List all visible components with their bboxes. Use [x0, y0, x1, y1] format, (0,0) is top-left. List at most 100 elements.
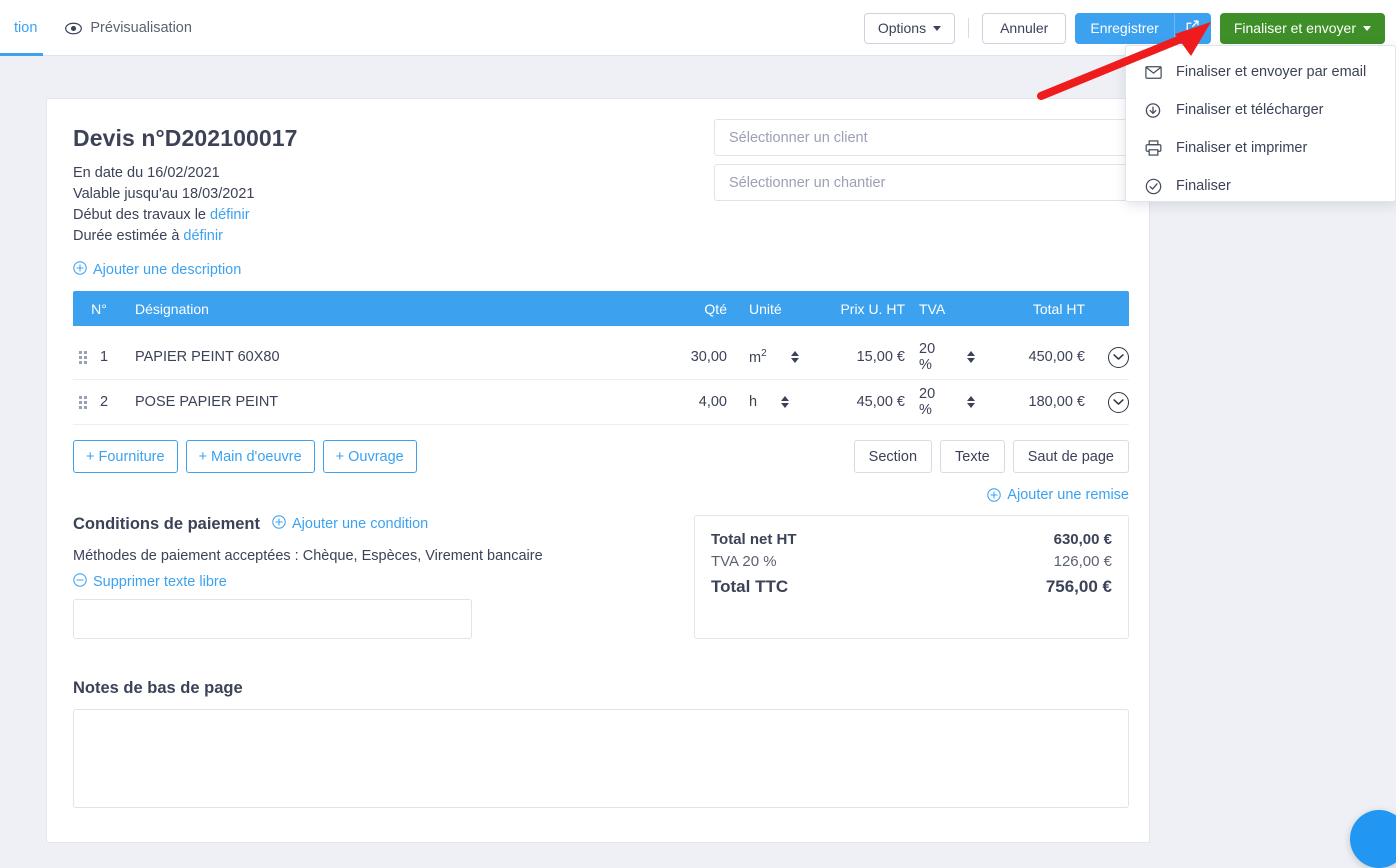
row-qty[interactable]: 4,00 — [643, 394, 727, 410]
plus-sign: + — [198, 448, 208, 465]
menu-item-label: Finaliser et télécharger — [1176, 102, 1324, 118]
duration-row: Durée estimée à définir — [73, 226, 1123, 247]
table-row[interactable]: 1 PAPIER PEINT 60X80 30,00 m2 15,00 € 20… — [73, 335, 1129, 380]
expand-row-chevron-down-icon[interactable] — [1108, 391, 1129, 413]
free-text-input[interactable] — [73, 599, 472, 639]
add-description-button[interactable]: Ajouter une description — [73, 261, 241, 279]
menu-item-finalize-download[interactable]: Finaliser et télécharger — [1126, 91, 1395, 129]
plus-circle-icon — [272, 515, 286, 533]
add-labour-button[interactable]: + Main d'oeuvre — [185, 440, 315, 473]
add-condition-label: Ajouter une condition — [292, 516, 429, 532]
row-unit[interactable]: m2 — [749, 348, 767, 366]
client-select-placeholder: Sélectionner un client — [729, 129, 868, 146]
column-header-vat: TVA — [919, 300, 946, 317]
row-unit-price[interactable]: 15,00 € — [813, 349, 905, 365]
finalize-dropdown-menu: Finaliser et envoyer par email Finaliser… — [1125, 45, 1396, 202]
column-header-num: N° — [91, 300, 107, 317]
column-header-qty: Qté — [704, 300, 727, 317]
document-selectors: Sélectionner un client Sélectionner un c… — [714, 119, 1149, 209]
duration-define-link[interactable]: définir — [183, 228, 223, 244]
tab-active-underline — [0, 53, 44, 56]
save-split-button: Enregistrer — [1075, 12, 1211, 44]
add-section-button[interactable]: Section — [853, 440, 933, 473]
notes-title: Notes de bas de page — [73, 679, 243, 697]
total-net-ht-value: 630,00 € — [1053, 531, 1112, 548]
menu-item-finalize-print[interactable]: Finaliser et imprimer — [1126, 129, 1395, 167]
menu-item-finalize-send-email[interactable]: Finaliser et envoyer par email — [1126, 53, 1395, 91]
save-and-exit-button[interactable] — [1173, 12, 1211, 44]
vat-stepper[interactable] — [967, 351, 975, 363]
vat-label: TVA 20 % — [711, 553, 777, 570]
add-condition-button[interactable]: Ajouter une condition — [272, 515, 428, 533]
vat-row: TVA 20 % 126,00 € — [711, 551, 1112, 573]
expand-row-chevron-down-icon[interactable] — [1108, 346, 1129, 368]
row-unit-price[interactable]: 45,00 € — [813, 394, 905, 410]
add-discount-button[interactable]: Ajouter une remise — [987, 487, 1129, 503]
remove-free-text-button[interactable]: Supprimer texte libre — [73, 573, 227, 591]
save-button[interactable]: Enregistrer — [1075, 12, 1174, 44]
printer-icon — [1144, 140, 1162, 156]
plus-circle-icon — [987, 488, 1002, 502]
vat-stepper[interactable] — [967, 396, 975, 408]
add-supply-button[interactable]: + Fourniture — [73, 440, 178, 473]
works-start-define-link[interactable]: définir — [210, 207, 250, 223]
client-select[interactable]: Sélectionner un client — [714, 119, 1149, 156]
remove-free-text-label: Supprimer texte libre — [93, 574, 227, 590]
total-net-ht-label: Total net HT — [711, 531, 797, 548]
total-ttc-label: Total TTC — [711, 577, 789, 596]
footer-notes-input[interactable] — [73, 709, 1129, 808]
unit-stepper[interactable] — [781, 396, 790, 408]
table-header-row: N° Désignation Qté Unité Prix U. HT TVA … — [73, 291, 1129, 326]
table-row[interactable]: 2 POSE PAPIER PEINT 4,00 h 45,00 € 20 % … — [73, 380, 1129, 425]
row-unit-cell: m2 — [727, 348, 813, 366]
add-text-button[interactable]: Texte — [940, 440, 1005, 473]
column-header-unit-price: Prix U. HT — [840, 300, 905, 317]
row-index: 2 — [100, 394, 109, 410]
conditions-header: Conditions de paiement Ajouter une condi… — [73, 515, 693, 534]
menu-item-label: Finaliser et imprimer — [1176, 140, 1308, 156]
row-vat-cell: 20 % — [905, 341, 975, 373]
drag-handle-icon[interactable] — [79, 395, 87, 409]
add-work-button[interactable]: + Ouvrage — [322, 440, 417, 473]
add-discount-row: Ajouter une remise — [73, 487, 1129, 505]
drag-handle-icon[interactable] — [79, 350, 87, 364]
site-select[interactable]: Sélectionner un chantier — [714, 164, 1149, 201]
totals-panel: Total net HT 630,00 € TVA 20 % 126,00 € … — [694, 515, 1129, 639]
menu-item-label: Finaliser — [1176, 178, 1231, 194]
cancel-button[interactable]: Annuler — [982, 12, 1067, 44]
row-actions — [1085, 346, 1129, 368]
tab-edition[interactable]: tion — [0, 0, 51, 56]
check-circle-icon — [1144, 178, 1162, 195]
conditions-title: Conditions de paiement — [73, 515, 261, 533]
plus-sign: + — [335, 448, 345, 465]
plus-circle-icon — [73, 261, 87, 279]
row-vat[interactable]: 20 % — [919, 341, 951, 373]
row-num-cell: 2 — [73, 394, 125, 410]
vat-value: 126,00 € — [1053, 553, 1112, 570]
add-page-break-button[interactable]: Saut de page — [1012, 440, 1129, 473]
row-designation[interactable]: POSE PAPIER PEINT — [125, 394, 643, 410]
unit-stepper[interactable] — [790, 350, 799, 363]
add-supply-label: Fourniture — [98, 448, 165, 465]
row-index: 1 — [100, 349, 109, 365]
payment-methods-text: Méthodes de paiement acceptées : Chèque,… — [73, 548, 543, 564]
duration-prefix: Durée estimée à — [73, 228, 184, 244]
row-designation[interactable]: PAPIER PEINT 60X80 — [125, 349, 643, 365]
chat-widget-button[interactable] — [1350, 810, 1396, 868]
chevron-down-icon — [1363, 25, 1371, 31]
tab-previsualisation-label: Prévisualisation — [90, 20, 192, 36]
row-unit[interactable]: h — [749, 394, 757, 410]
menu-item-label: Finaliser et envoyer par email — [1176, 64, 1367, 80]
add-discount-label: Ajouter une remise — [1007, 487, 1129, 503]
options-button[interactable]: Options — [863, 12, 956, 44]
row-qty[interactable]: 30,00 — [643, 349, 727, 365]
tab-previsualisation[interactable]: Prévisualisation — [51, 0, 206, 56]
add-description-label: Ajouter une description — [93, 262, 242, 278]
row-vat[interactable]: 20 % — [919, 386, 951, 418]
finalize-and-send-button[interactable]: Finaliser et envoyer — [1219, 12, 1385, 44]
column-header-unit: Unité — [749, 300, 782, 317]
total-ttc-row: Total TTC 756,00 € — [711, 573, 1112, 600]
total-ttc-value: 756,00 € — [1045, 577, 1112, 596]
menu-item-finalize[interactable]: Finaliser — [1126, 167, 1395, 205]
chevron-down-icon — [933, 25, 942, 31]
